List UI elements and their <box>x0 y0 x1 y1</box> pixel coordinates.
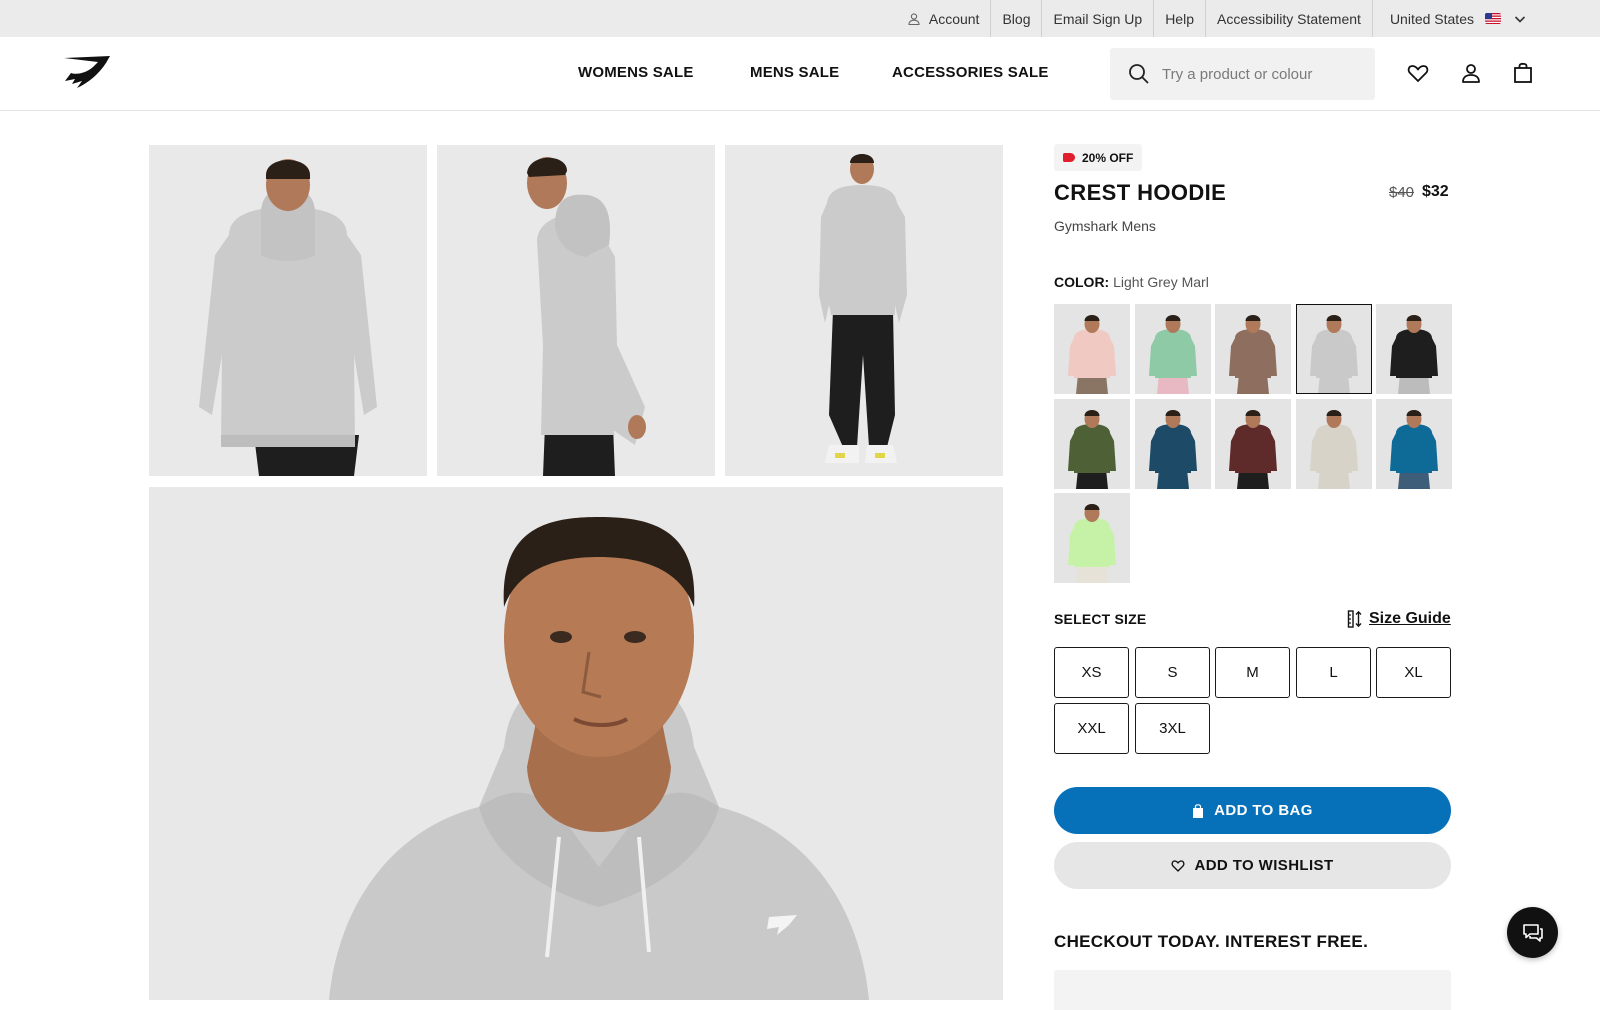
size-guide-icon <box>1347 610 1362 628</box>
email-signup-link[interactable]: Email Sign Up <box>1041 0 1153 37</box>
help-link[interactable]: Help <box>1153 0 1205 37</box>
account-label: Account <box>928 10 980 27</box>
color-label-value: Light Grey Marl <box>1113 274 1209 290</box>
checkout-heading: CHECKOUT TODAY. INTEREST FREE. <box>1054 932 1369 951</box>
hoodie-back-photo <box>149 145 427 476</box>
product-image-back[interactable] <box>149 145 427 476</box>
swatch-photo <box>1054 304 1130 394</box>
main-header: WOMENS SALE MENS SALE ACCESSORIES SALE <box>0 37 1600 111</box>
size-s-button[interactable]: S <box>1135 647 1210 698</box>
chevron-down-icon <box>1514 15 1526 23</box>
search-input[interactable] <box>1162 65 1362 83</box>
hoodie-full-photo <box>725 145 1003 476</box>
swatch-photo <box>1135 399 1211 489</box>
swatch-photo <box>1135 304 1211 394</box>
heart-icon <box>1171 860 1185 872</box>
size-guide-label: Size Guide <box>1369 610 1451 627</box>
color-swatch-pink[interactable] <box>1054 304 1130 394</box>
product-image-full[interactable] <box>725 145 1003 476</box>
accessibility-link[interactable]: Accessibility Statement <box>1204 0 1372 37</box>
nav-mens-sale[interactable]: MENS SALE <box>750 64 839 81</box>
hoodie-closeup-photo <box>149 487 1003 1000</box>
color-swatch-navy[interactable] <box>1135 399 1211 489</box>
color-swatch-olive[interactable] <box>1054 399 1130 489</box>
blog-label: Blog <box>1002 10 1031 27</box>
color-label-key: COLOR: <box>1054 274 1110 290</box>
country-selector[interactable]: United States <box>1371 0 1538 37</box>
select-size-label: SELECT SIZE <box>1054 611 1147 627</box>
swatch-photo <box>1215 304 1291 394</box>
color-swatch-sand[interactable] <box>1296 399 1372 489</box>
product-image-closeup[interactable] <box>149 487 1003 1000</box>
add-to-wishlist-button[interactable]: ADD TO WISHLIST <box>1054 842 1451 889</box>
price-original: $40 <box>1389 184 1415 201</box>
swatch-photo <box>1376 304 1452 394</box>
color-swatch-black[interactable] <box>1376 304 1452 394</box>
search-icon <box>1129 64 1149 84</box>
bag-icon <box>1193 803 1204 818</box>
blog-link[interactable]: Blog <box>990 0 1041 37</box>
color-swatch-light-grey-marl[interactable] <box>1296 304 1372 394</box>
checkout-options-panel <box>1054 970 1451 1010</box>
discount-label: 20% OFF <box>1082 150 1134 165</box>
size-m-button[interactable]: M <box>1215 647 1290 698</box>
country-label: United States <box>1389 10 1474 27</box>
size-xxl-button[interactable]: XXL <box>1054 703 1129 754</box>
color-swatch-blue[interactable] <box>1376 399 1452 489</box>
bag-icon[interactable] <box>1511 61 1535 85</box>
color-swatch-green[interactable] <box>1135 304 1211 394</box>
account-link[interactable]: Account <box>896 0 991 37</box>
heart-icon[interactable] <box>1406 61 1430 85</box>
user-icon <box>908 12 920 25</box>
utility-bar: Account Blog Email Sign Up Help Accessib… <box>0 0 1600 37</box>
price-sale: $32 <box>1422 183 1449 200</box>
add-to-bag-label: ADD TO BAG <box>1214 802 1313 819</box>
nav-accessories-sale[interactable]: ACCESSORIES SALE <box>892 64 1049 81</box>
swatch-photo <box>1296 399 1372 489</box>
nav-womens-sale[interactable]: WOMENS SALE <box>578 64 694 81</box>
tag-icon <box>1063 153 1075 162</box>
chat-button[interactable] <box>1507 907 1558 958</box>
logo[interactable] <box>62 53 112 91</box>
color-label: COLOR: Light Grey Marl <box>1054 274 1209 290</box>
swatch-photo <box>1054 399 1130 489</box>
color-swatch-maroon[interactable] <box>1215 399 1291 489</box>
product-subtitle: Gymshark Mens <box>1054 218 1156 234</box>
swatch-photo <box>1376 399 1452 489</box>
account-icon[interactable] <box>1459 61 1483 85</box>
search-box[interactable] <box>1110 48 1375 100</box>
size-3xl-button[interactable]: 3XL <box>1135 703 1210 754</box>
hoodie-side-photo <box>437 145 715 476</box>
chat-icon <box>1522 923 1543 942</box>
color-swatch-lime[interactable] <box>1054 493 1130 583</box>
swatch-photo <box>1054 493 1130 583</box>
product-image-side[interactable] <box>437 145 715 476</box>
help-label: Help <box>1165 10 1194 27</box>
color-swatch-brown[interactable] <box>1215 304 1291 394</box>
accessibility-label: Accessibility Statement <box>1216 10 1361 27</box>
discount-badge: 20% OFF <box>1054 144 1143 171</box>
size-xs-button[interactable]: XS <box>1054 647 1129 698</box>
email-signup-label: Email Sign Up <box>1053 10 1143 27</box>
add-to-bag-button[interactable]: ADD TO BAG <box>1054 787 1451 834</box>
product-title: CREST HOODIE <box>1054 180 1227 205</box>
size-l-button[interactable]: L <box>1296 647 1371 698</box>
size-xl-button[interactable]: XL <box>1376 647 1451 698</box>
size-guide-link[interactable]: Size Guide <box>1347 610 1451 628</box>
add-to-wishlist-label: ADD TO WISHLIST <box>1194 857 1334 874</box>
flag-us-icon <box>1485 13 1501 24</box>
swatch-photo <box>1215 399 1291 489</box>
swatch-photo <box>1296 304 1372 394</box>
